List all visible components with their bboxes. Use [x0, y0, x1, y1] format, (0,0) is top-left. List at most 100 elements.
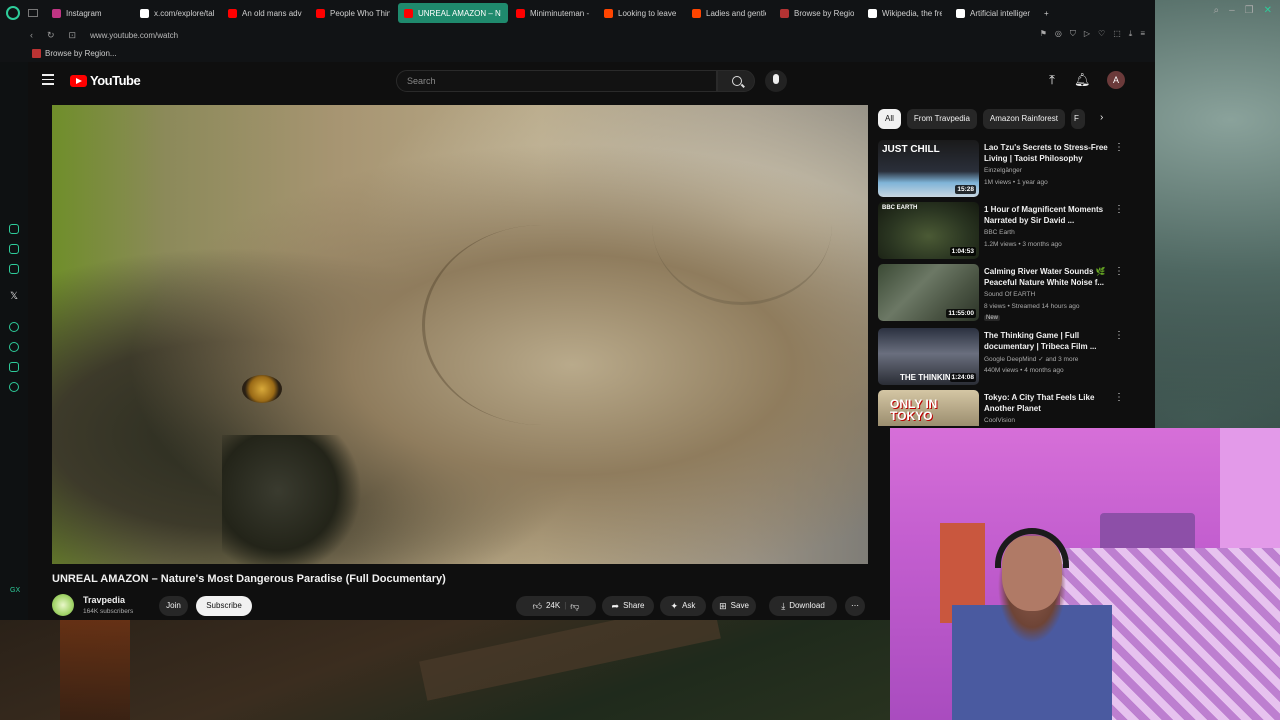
maximize-icon[interactable]: ❐ — [1245, 5, 1254, 16]
download-icon[interactable]: ⤓ — [1129, 29, 1133, 39]
recommendation-channel[interactable]: BBC Earth — [984, 229, 1015, 236]
recommendation-title[interactable]: Tokyo: A City That Feels Like Another Pl… — [984, 392, 1108, 414]
video-thumbnail[interactable]: 11:55:00 — [878, 264, 979, 321]
recommendation-channel[interactable]: Google DeepMind ✓ and 3 more — [984, 355, 1078, 363]
back-icon[interactable]: ‹ — [30, 30, 33, 40]
tab-youtube-miniminuteman[interactable]: Miniminuteman - Y — [510, 3, 596, 23]
recommendation-item[interactable]: THE THINKING 1:24:08 The Thinking Game |… — [878, 328, 1128, 386]
tab-youtube-people[interactable]: People Who Think — [310, 3, 396, 23]
subscribe-button[interactable]: Subscribe — [196, 596, 252, 616]
dislike-icon[interactable]: 👎︎ — [570, 596, 579, 616]
hamburger-menu-icon[interactable] — [42, 74, 54, 88]
more-options-icon[interactable]: ⋮ — [1114, 204, 1124, 215]
tab-instagram[interactable]: Instagram — [46, 3, 132, 23]
recommendation-channel[interactable]: Einzelgänger — [984, 167, 1022, 174]
messenger-icon[interactable] — [9, 244, 19, 254]
aria-icon[interactable] — [9, 224, 19, 234]
like-count[interactable]: 24K — [546, 596, 560, 616]
camera-icon[interactable]: ◎ — [1055, 29, 1062, 39]
video-frame-detail — [242, 375, 282, 403]
tab-youtube-old-man[interactable]: An old mans advic — [222, 3, 308, 23]
tab-reddit-leave[interactable]: Looking to leave th — [598, 3, 684, 23]
tab-reddit-ladies[interactable]: Ladies and gentlem — [686, 3, 772, 23]
new-tab-button[interactable]: + — [1038, 3, 1052, 23]
recommendation-item[interactable]: BBC EARTH 1:04:53 1 Hour of Magnificent … — [878, 202, 1128, 260]
join-button[interactable]: Join — [159, 596, 188, 616]
recommendation-channel[interactable]: Sound Of EARTH — [984, 291, 1035, 298]
video-title: UNREAL AMAZON – Nature's Most Dangerous … — [52, 573, 446, 585]
channel-avatar[interactable] — [52, 594, 74, 616]
search-button[interactable] — [717, 70, 755, 92]
ask-button[interactable]: ✦ Ask — [660, 596, 706, 616]
tab-x-explore[interactable]: x.com/explore/tab — [134, 3, 220, 23]
history-icon[interactable] — [9, 342, 19, 352]
like-icon[interactable]: 👍︎ — [533, 596, 542, 616]
video-thumbnail[interactable]: BBC EARTH 1:04:53 — [878, 202, 979, 259]
create-upload-icon[interactable]: ⤒ — [1045, 73, 1059, 87]
tab-youtube-unreal-amazon[interactable]: UNREAL AMAZON – N — [398, 3, 508, 23]
tab-wikipedia-ai[interactable]: Artificial intelligenc — [950, 3, 1036, 23]
pinboard-icon[interactable] — [9, 362, 19, 372]
tab-browse-region[interactable]: Browse by Region — [774, 3, 860, 23]
heart-icon[interactable]: ♡ — [1098, 29, 1105, 39]
recommendation-item[interactable]: 11:55:00 Calming River Water Sounds 🌿 Pe… — [878, 264, 1128, 322]
recommendation-title[interactable]: Calming River Water Sounds 🌿 Peaceful Na… — [984, 266, 1108, 288]
channel-name-text: Google DeepMind — [984, 356, 1037, 363]
shield-icon[interactable]: ⛉ — [1070, 29, 1076, 39]
play-icon[interactable]: ▷ — [1084, 29, 1090, 39]
download-button[interactable]: ⤓ Download — [769, 596, 837, 616]
reddit-icon — [604, 8, 613, 18]
recommendation-title[interactable]: 1 Hour of Magnificent Moments Narrated b… — [984, 204, 1108, 226]
whatsapp-icon[interactable] — [9, 264, 19, 274]
video-player[interactable] — [52, 105, 868, 564]
notifications-bell-icon[interactable]: 🔔︎ — [1074, 73, 1091, 87]
recommendation-item[interactable]: ONLY IN TOKYO Tokyo: A City That Feels L… — [878, 390, 1128, 426]
chip-all[interactable]: All — [878, 109, 901, 129]
window-controls: ⌕ – ❐ ✕ — [1213, 5, 1272, 16]
video-thumbnail[interactable]: JUST CHILL 15:28 — [878, 140, 979, 197]
url-text[interactable]: www.youtube.com/watch — [90, 31, 178, 40]
search-input[interactable]: Search — [396, 70, 717, 92]
more-options-icon[interactable]: ⋮ — [1114, 392, 1124, 403]
tab-wikipedia[interactable]: Wikipedia, the free — [862, 3, 948, 23]
settings-icon[interactable] — [9, 382, 19, 392]
chip-partial[interactable]: F — [1070, 109, 1085, 129]
more-options-icon[interactable]: ⋮ — [1114, 330, 1124, 341]
recommendation-meta: 440M views • 4 months ago — [984, 367, 1064, 374]
gx-icon[interactable]: GX — [10, 587, 20, 594]
channel-name[interactable]: Travpedia — [83, 595, 125, 605]
bookmark-icon[interactable]: ⚑ — [1040, 29, 1047, 39]
youtube-logo[interactable]: YouTube — [70, 73, 141, 88]
search-tabs-icon[interactable]: ⌕ — [1213, 5, 1219, 16]
recommendation-item[interactable]: JUST CHILL 15:28 Lao Tzu's Secrets to St… — [878, 140, 1128, 198]
x-icon[interactable]: 𝕏 — [10, 291, 18, 302]
extensions-icon[interactable]: ⬚ — [1113, 29, 1121, 39]
site-info-icon[interactable]: ⊡ — [69, 30, 77, 41]
reload-icon[interactable]: ↻ — [47, 30, 55, 41]
account-avatar[interactable]: A — [1107, 71, 1125, 89]
opera-sidebar: 𝕏 GX — [0, 62, 28, 620]
menu-icon[interactable]: ≡ — [1140, 29, 1145, 39]
recommendation-title[interactable]: Lao Tzu's Secrets to Stress-Free Living … — [984, 142, 1108, 164]
recommendation-channel[interactable]: CoolVision — [984, 417, 1015, 424]
close-icon[interactable]: ✕ — [1264, 5, 1272, 16]
chip-amazon-rainforest[interactable]: Amazon Rainforest — [982, 109, 1065, 129]
tab-overview-icon[interactable] — [28, 9, 38, 17]
opera-logo-icon[interactable] — [6, 6, 20, 20]
ask-label: Ask — [682, 601, 696, 610]
chevron-right-icon[interactable]: › — [1100, 112, 1103, 123]
voice-search-icon[interactable] — [765, 70, 787, 92]
video-thumbnail[interactable]: ONLY IN TOKYO — [878, 390, 979, 426]
minimize-icon[interactable]: – — [1229, 5, 1235, 16]
share-button[interactable]: ➦ Share — [602, 596, 654, 616]
video-thumbnail[interactable]: THE THINKING 1:24:08 — [878, 328, 979, 385]
more-options-icon[interactable]: ⋮ — [1114, 266, 1124, 277]
save-button[interactable]: ⊞ Save — [712, 596, 756, 616]
player-icon[interactable] — [9, 322, 19, 332]
chip-from-travpedia[interactable]: From Travpedia — [906, 109, 977, 129]
like-dislike-group: 👍︎ 24K | 👎︎ — [516, 596, 596, 616]
bookmark-browse-region[interactable]: Browse by Region... — [45, 49, 117, 58]
more-options-icon[interactable]: ⋮ — [1114, 142, 1124, 153]
recommendation-title[interactable]: The Thinking Game | Full documentary | T… — [984, 330, 1108, 352]
more-actions-icon[interactable]: ⋯ — [845, 596, 865, 616]
